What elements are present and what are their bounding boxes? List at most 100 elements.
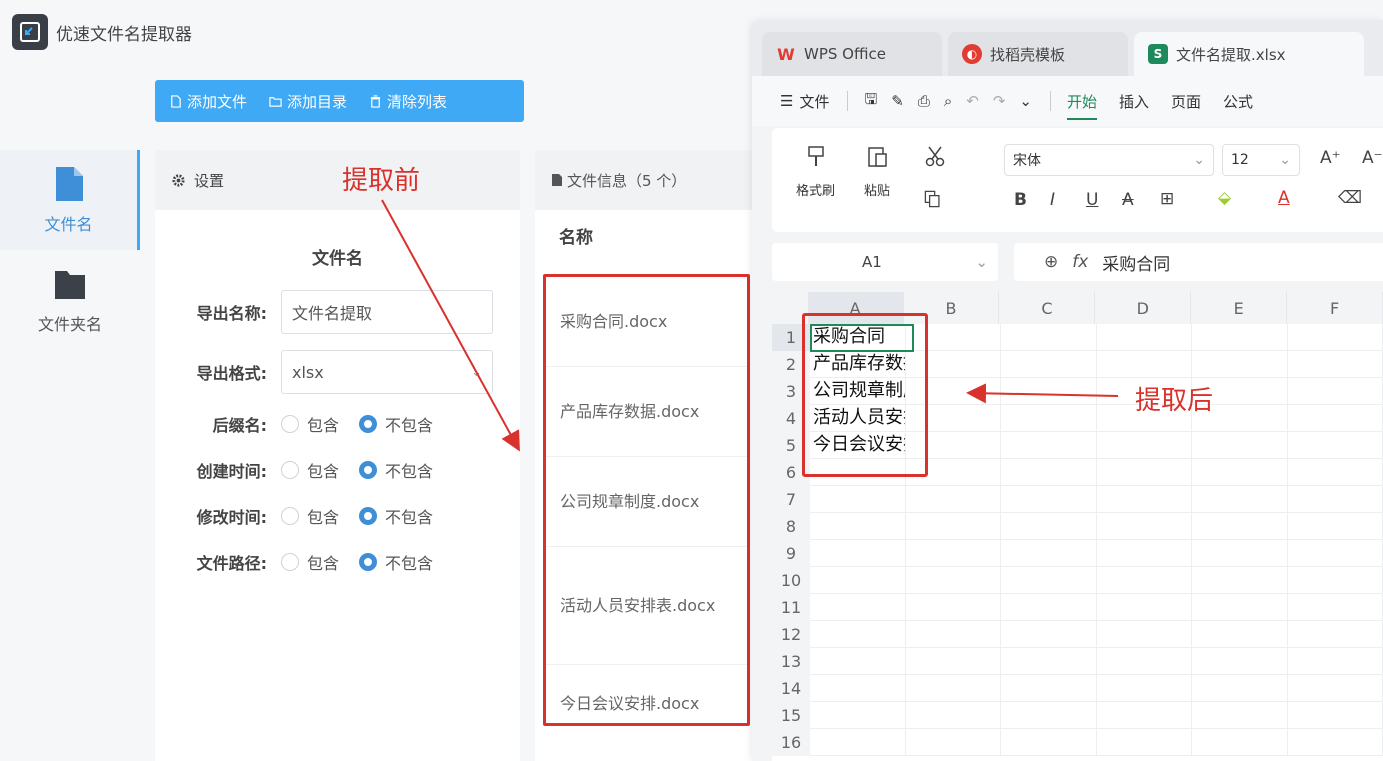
- cell[interactable]: [1001, 405, 1097, 431]
- cell[interactable]: [1001, 486, 1097, 512]
- font-grow-icon[interactable]: A⁺: [1320, 148, 1341, 168]
- cell[interactable]: [1192, 621, 1288, 647]
- row-header[interactable]: 14: [772, 675, 810, 702]
- cell[interactable]: [1001, 675, 1097, 701]
- font-color-icon[interactable]: A: [1278, 188, 1290, 208]
- cell[interactable]: [906, 513, 1001, 539]
- cell[interactable]: [810, 486, 906, 512]
- cell[interactable]: [1192, 324, 1288, 350]
- cell[interactable]: [1192, 702, 1288, 728]
- nav-item-foldername[interactable]: 文件夹名: [0, 250, 140, 350]
- cell[interactable]: [1192, 567, 1288, 593]
- fill-color-icon[interactable]: ⬙: [1218, 188, 1231, 208]
- cell[interactable]: [906, 621, 1001, 647]
- print-preview-icon[interactable]: ⌕: [944, 92, 952, 110]
- cut-button[interactable]: [922, 144, 948, 180]
- cell[interactable]: [1097, 486, 1192, 512]
- cell[interactable]: [1001, 621, 1097, 647]
- cell[interactable]: [810, 648, 906, 674]
- cell[interactable]: [810, 702, 906, 728]
- nav-item-filename[interactable]: 文件名: [0, 150, 140, 250]
- cell[interactable]: [1097, 540, 1192, 566]
- cell[interactable]: [1288, 729, 1383, 755]
- cell[interactable]: [1192, 351, 1288, 377]
- cell[interactable]: [906, 648, 1001, 674]
- cell[interactable]: [1001, 729, 1097, 755]
- cell[interactable]: [1192, 540, 1288, 566]
- cell[interactable]: [1097, 351, 1192, 377]
- row-header[interactable]: 12: [772, 621, 810, 648]
- cell[interactable]: [1097, 729, 1192, 755]
- print-icon[interactable]: ⎙: [918, 92, 930, 110]
- cell[interactable]: [1288, 351, 1383, 377]
- save-icon[interactable]: 🖫: [864, 89, 877, 114]
- format-painter-button[interactable]: 格式刷: [796, 144, 835, 199]
- row-header[interactable]: 15: [772, 702, 810, 729]
- radio-exclude[interactable]: 不包含: [359, 550, 433, 574]
- row-header[interactable]: 13: [772, 648, 810, 675]
- list-item[interactable]: 活动人员安排表.docx: [546, 547, 747, 665]
- cell[interactable]: [1097, 324, 1192, 350]
- cell[interactable]: [1001, 378, 1097, 404]
- radio-exclude[interactable]: 不包含: [359, 458, 433, 482]
- cell[interactable]: [1192, 675, 1288, 701]
- cell[interactable]: [1001, 432, 1097, 458]
- row-header[interactable]: 11: [772, 594, 810, 621]
- paste-button[interactable]: 粘贴: [864, 144, 890, 199]
- cell[interactable]: [1288, 567, 1383, 593]
- column-header[interactable]: F: [1287, 292, 1383, 324]
- tab-spreadsheet[interactable]: S 文件名提取.xlsx: [1134, 32, 1364, 76]
- italic-icon[interactable]: I: [1050, 190, 1055, 210]
- tab-insert[interactable]: 插入: [1119, 91, 1149, 112]
- cell[interactable]: [1192, 594, 1288, 620]
- radio-include[interactable]: 包含: [281, 412, 339, 436]
- cell[interactable]: [1288, 648, 1383, 674]
- cell[interactable]: [1192, 432, 1288, 458]
- cell[interactable]: [1001, 324, 1097, 350]
- cell[interactable]: [1001, 702, 1097, 728]
- underline-icon[interactable]: U: [1086, 190, 1098, 210]
- tab-docer-templates[interactable]: ◐ 找稻壳模板: [948, 32, 1128, 76]
- cell[interactable]: [1001, 513, 1097, 539]
- cell[interactable]: [1288, 513, 1383, 539]
- cell[interactable]: [1288, 702, 1383, 728]
- radio-exclude[interactable]: 不包含: [359, 412, 433, 436]
- formula-input[interactable]: ⊕ fx 采购合同: [1014, 243, 1383, 281]
- cell[interactable]: [1097, 675, 1192, 701]
- cell[interactable]: [1097, 459, 1192, 485]
- cell[interactable]: [1097, 702, 1192, 728]
- pen-icon[interactable]: ✎: [891, 92, 904, 110]
- cell[interactable]: [1097, 594, 1192, 620]
- cell[interactable]: [1001, 540, 1097, 566]
- cell[interactable]: [1288, 594, 1383, 620]
- eraser-icon[interactable]: ⌫: [1338, 188, 1362, 208]
- cell[interactable]: [1288, 621, 1383, 647]
- cell[interactable]: [810, 729, 906, 755]
- radio-include[interactable]: 包含: [281, 458, 339, 482]
- font-size-select[interactable]: 12 ⌄: [1222, 144, 1300, 176]
- cell[interactable]: [1192, 729, 1288, 755]
- cell[interactable]: [1288, 324, 1383, 350]
- undo-icon[interactable]: ↶: [966, 92, 979, 110]
- clear-list-button[interactable]: 清除列表: [369, 91, 447, 112]
- row-header[interactable]: 7: [772, 486, 810, 513]
- cell[interactable]: [810, 513, 906, 539]
- row-header[interactable]: 16: [772, 729, 810, 756]
- cell[interactable]: [906, 729, 1001, 755]
- column-header[interactable]: D: [1095, 292, 1192, 324]
- column-header[interactable]: E: [1191, 292, 1288, 324]
- tab-wps-office[interactable]: W WPS Office: [762, 32, 942, 76]
- cell[interactable]: [1288, 675, 1383, 701]
- chevron-down-icon[interactable]: ⌄: [1019, 92, 1032, 110]
- row-header[interactable]: 9: [772, 540, 810, 567]
- column-header[interactable]: C: [999, 292, 1096, 324]
- cell[interactable]: [1001, 459, 1097, 485]
- cell[interactable]: [810, 567, 906, 593]
- cell[interactable]: [1097, 621, 1192, 647]
- cell[interactable]: [906, 567, 1001, 593]
- cell[interactable]: [810, 540, 906, 566]
- list-item[interactable]: 今日会议安排.docx: [546, 665, 747, 743]
- cell[interactable]: [906, 675, 1001, 701]
- row-header[interactable]: 8: [772, 513, 810, 540]
- copy-button[interactable]: [922, 188, 944, 220]
